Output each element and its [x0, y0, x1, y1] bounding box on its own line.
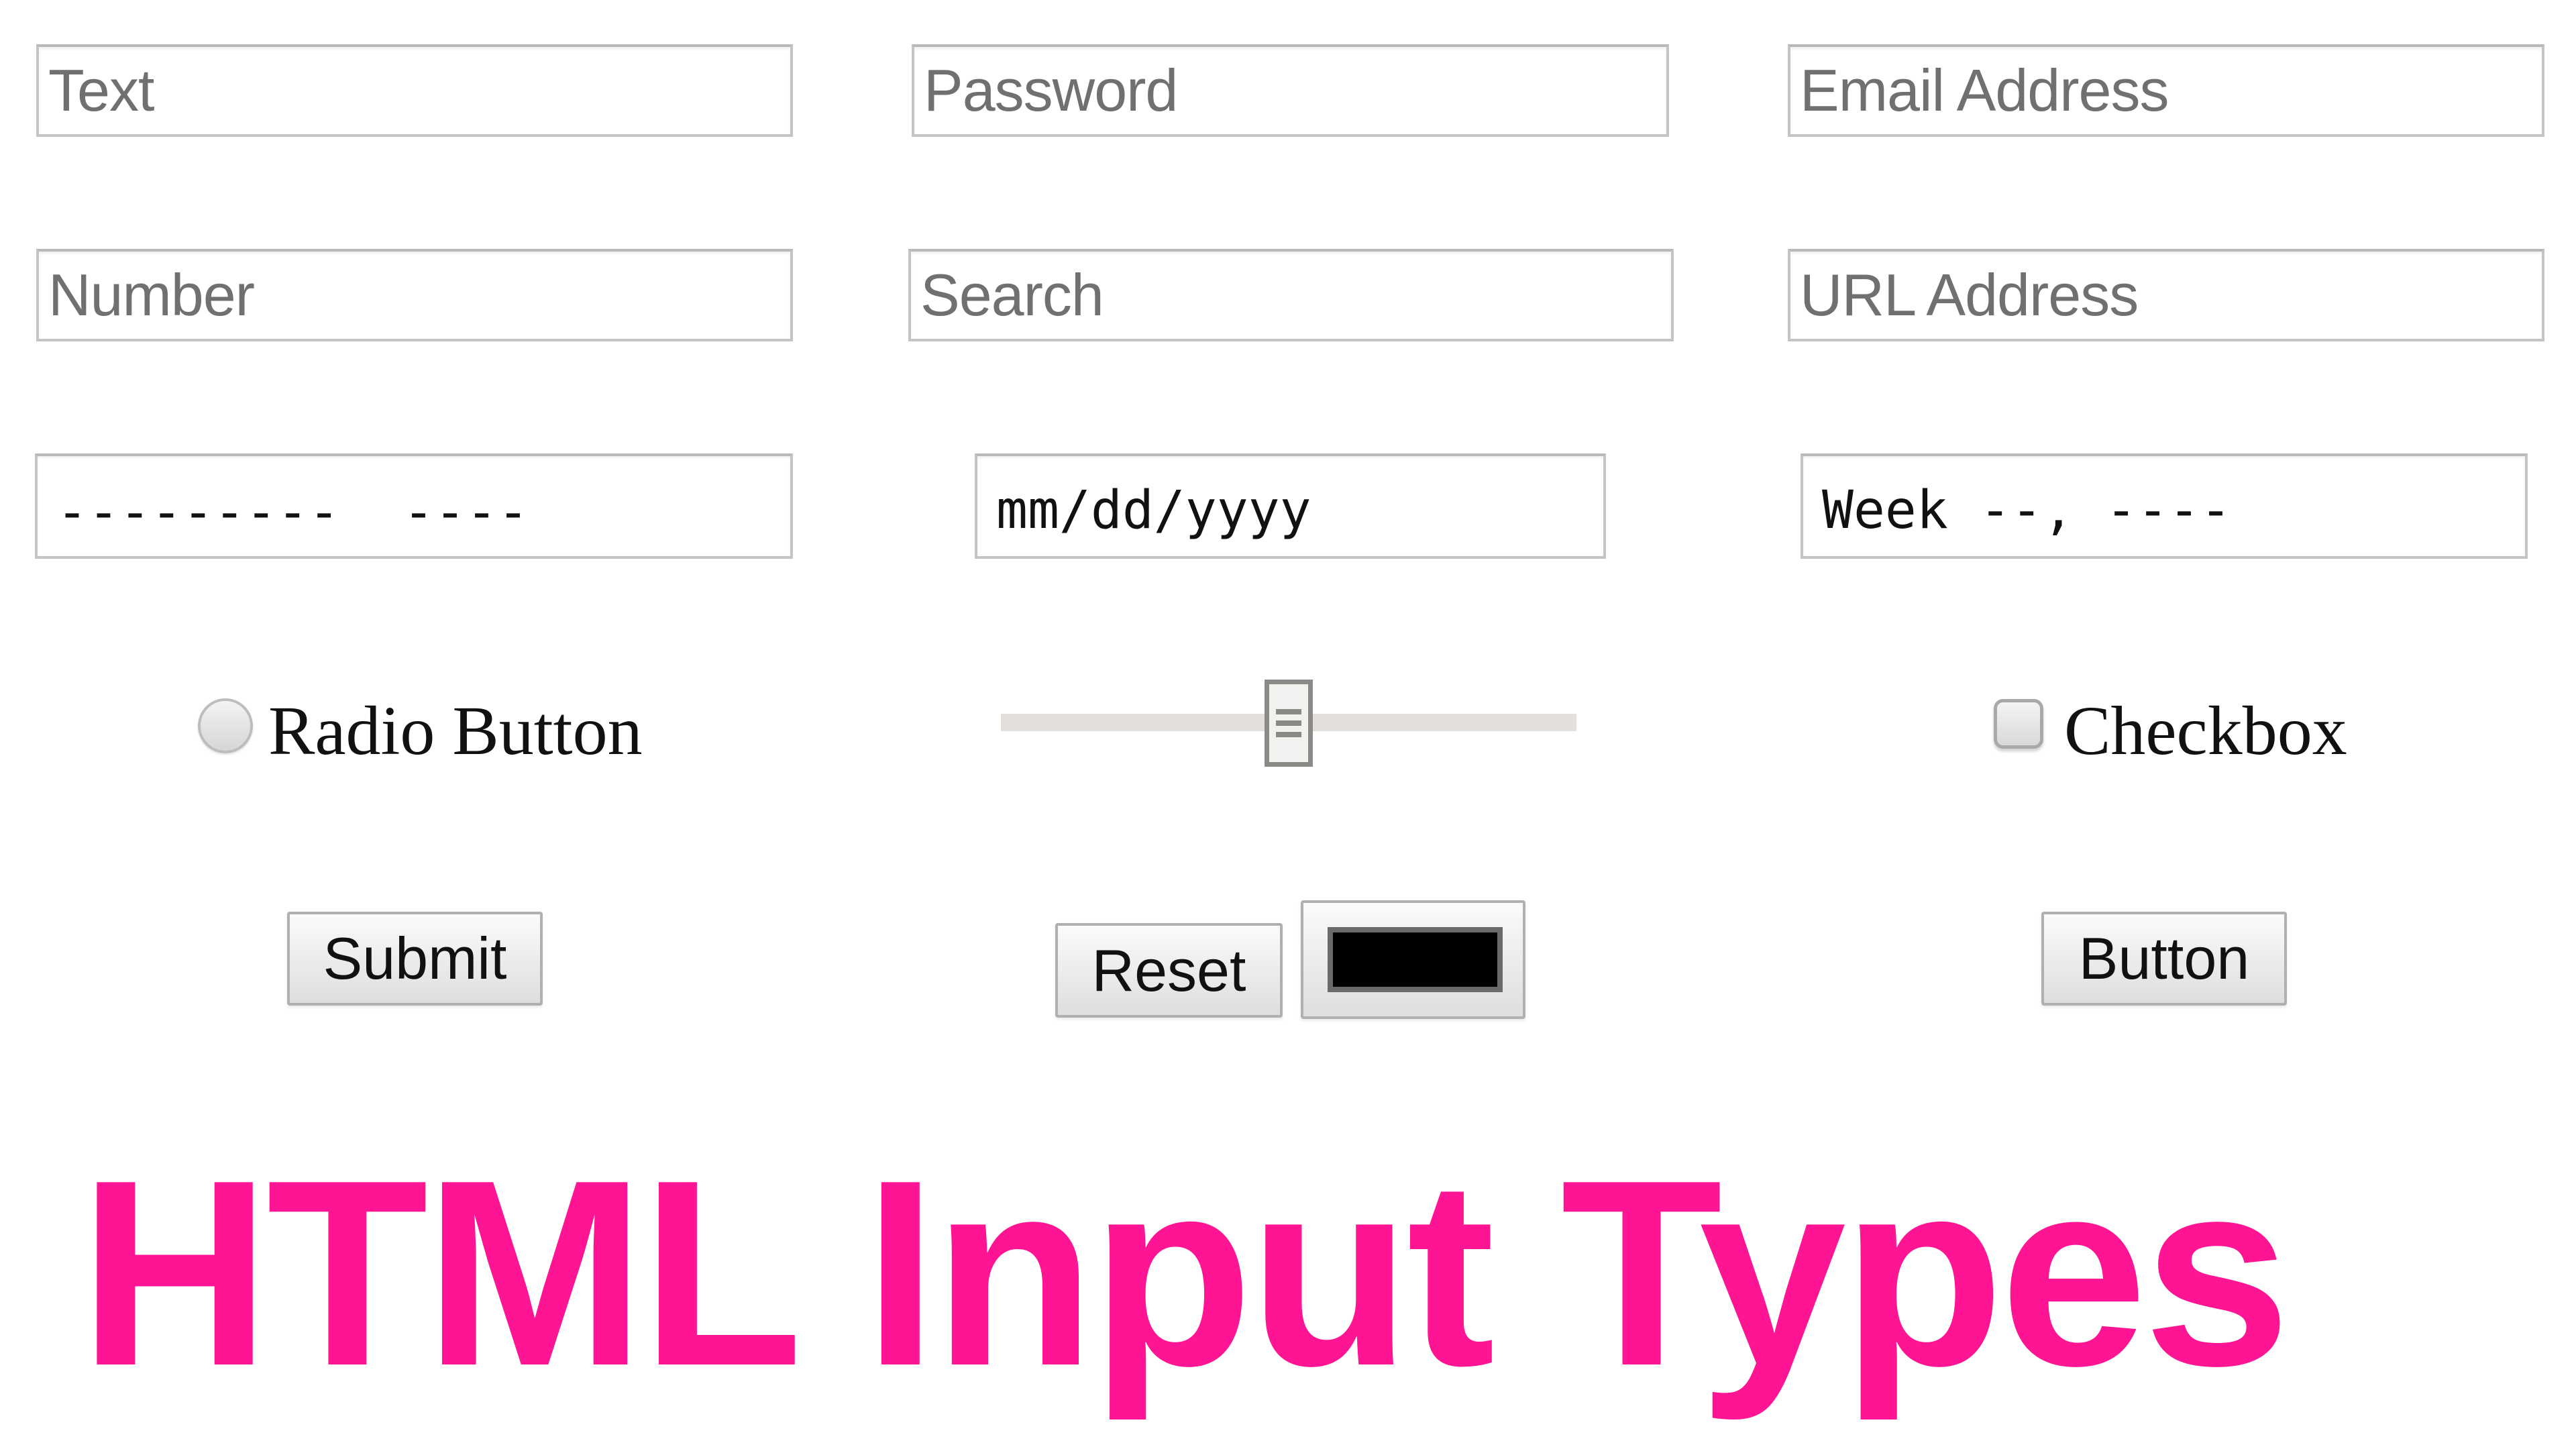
color-swatch: [1328, 927, 1503, 992]
grip-line-icon: [1276, 732, 1301, 737]
text-input[interactable]: Text: [36, 44, 793, 137]
radio-button-label[interactable]: Radio Button: [268, 691, 643, 771]
radio-button[interactable]: [198, 698, 253, 753]
range-slider-thumb[interactable]: [1265, 680, 1313, 767]
checkbox[interactable]: [1994, 699, 2043, 749]
url-input[interactable]: URL Address: [1788, 249, 2544, 341]
month-input-display: --------- ----: [56, 482, 529, 543]
date-input[interactable]: mm/dd/yyyy: [975, 453, 1606, 559]
page-title: HTML Input Types: [79, 1124, 2291, 1421]
search-input[interactable]: Search: [908, 249, 1674, 341]
password-input-placeholder: Password: [924, 57, 1178, 123]
password-input[interactable]: Password: [912, 44, 1669, 137]
reset-button[interactable]: Reset: [1055, 923, 1283, 1018]
range-slider[interactable]: [1001, 680, 1576, 767]
email-input[interactable]: Email Address: [1788, 44, 2544, 137]
text-input-placeholder: Text: [48, 57, 154, 123]
color-picker[interactable]: [1301, 900, 1525, 1019]
url-input-placeholder: URL Address: [1800, 262, 2139, 328]
grip-line-icon: [1276, 709, 1301, 714]
email-input-placeholder: Email Address: [1800, 57, 2169, 123]
week-input-display: Week --, ----: [1822, 480, 2232, 541]
checkbox-label[interactable]: Checkbox: [2064, 691, 2347, 771]
number-input[interactable]: Number: [36, 249, 793, 341]
generic-button[interactable]: Button: [2041, 912, 2287, 1006]
date-input-display: mm/dd/yyyy: [996, 480, 1311, 541]
week-input[interactable]: Week --, ----: [1801, 453, 2528, 559]
submit-button-label: Submit: [323, 925, 507, 991]
generic-button-label: Button: [2078, 925, 2250, 991]
submit-button[interactable]: Submit: [287, 912, 543, 1006]
search-input-placeholder: Search: [920, 262, 1104, 328]
grip-line-icon: [1276, 720, 1301, 726]
reset-button-label: Reset: [1091, 936, 1246, 1004]
number-input-placeholder: Number: [48, 262, 255, 328]
month-input[interactable]: --------- ----: [35, 453, 793, 559]
